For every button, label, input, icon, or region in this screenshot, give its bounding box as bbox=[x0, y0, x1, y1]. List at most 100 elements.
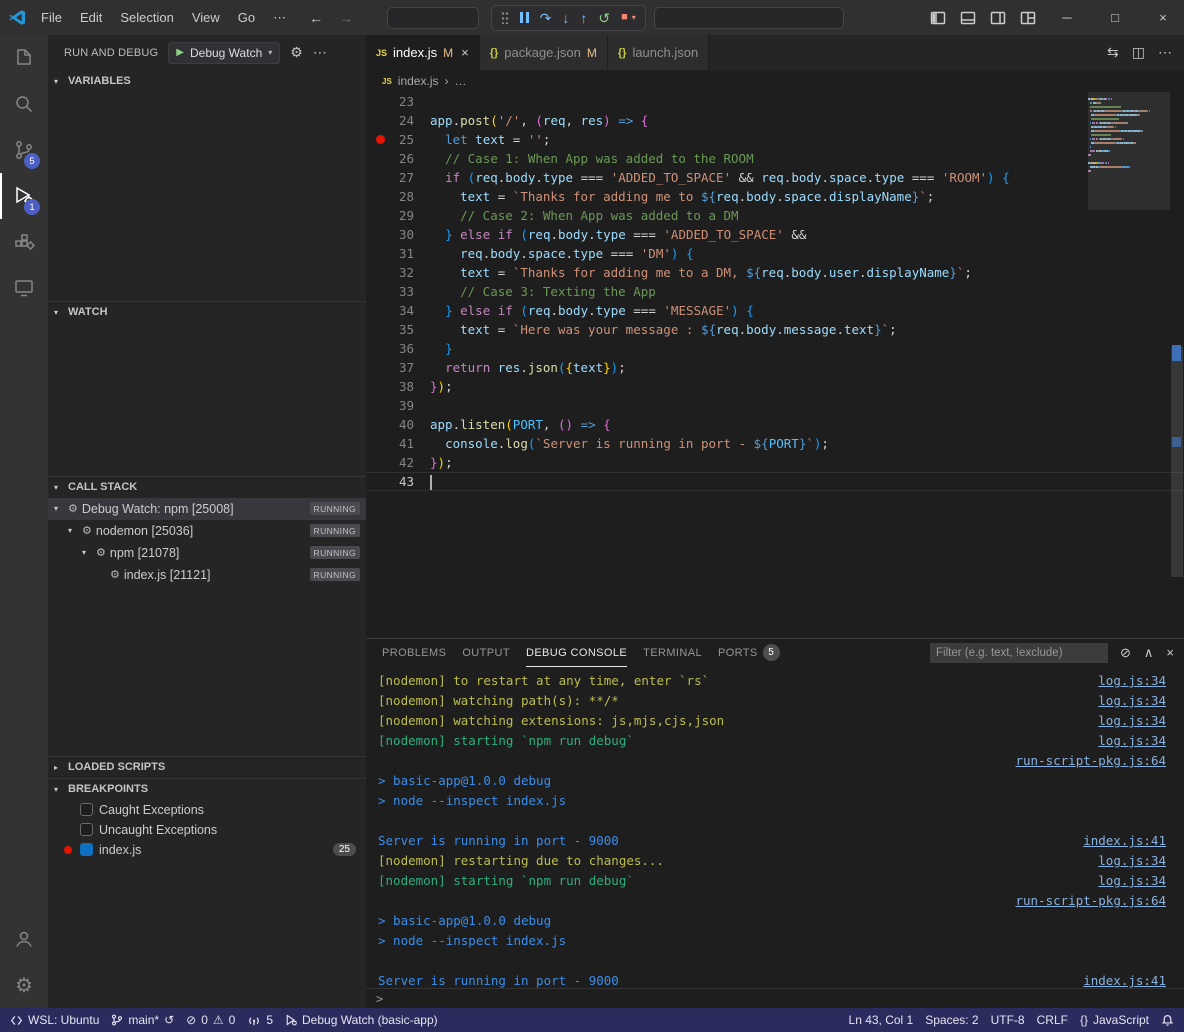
maximize-panel-icon[interactable]: ∧ bbox=[1144, 645, 1154, 661]
code-line-33[interactable]: 33 // Case 3: Texting the App bbox=[366, 282, 1184, 301]
toggle-secondary-sidebar-icon[interactable] bbox=[990, 10, 1006, 26]
code-line-43[interactable]: 43 bbox=[366, 472, 1184, 491]
breakpoint-checkbox[interactable] bbox=[80, 803, 93, 816]
debug-console-output[interactable]: [nodemon] to restart at any time, enter … bbox=[366, 667, 1184, 988]
code-line-25[interactable]: 25 let text = ''; bbox=[366, 130, 1184, 149]
panel-tab-terminal[interactable]: TERMINAL bbox=[643, 639, 702, 667]
section-watch[interactable]: ▾ WATCH bbox=[48, 301, 366, 323]
menu-more-icon[interactable]: ⋯ bbox=[264, 6, 295, 30]
activity-extensions[interactable] bbox=[0, 219, 48, 265]
activity-explorer[interactable] bbox=[0, 35, 48, 81]
nav-forward-icon[interactable]: → bbox=[339, 10, 353, 26]
breakpoint-row[interactable]: Caught Exceptions bbox=[48, 800, 366, 820]
source-link[interactable]: log.js:34 bbox=[1098, 691, 1184, 711]
scrollbar-thumb[interactable] bbox=[1171, 347, 1183, 577]
tab-launch.json[interactable]: {}launch.json bbox=[608, 35, 709, 70]
step-over-button[interactable]: ↷ bbox=[540, 11, 552, 25]
code-line-32[interactable]: 32 text = `Thanks for adding me to a DM,… bbox=[366, 263, 1184, 282]
code-line-38[interactable]: 38}); bbox=[366, 377, 1184, 396]
sync-icon[interactable]: ↺ bbox=[164, 1013, 174, 1027]
code-line-39[interactable]: 39 bbox=[366, 396, 1184, 415]
vertical-scrollbar[interactable] bbox=[1170, 92, 1184, 638]
panel-tab-problems[interactable]: PROBLEMS bbox=[382, 639, 446, 667]
pause-button[interactable] bbox=[520, 12, 529, 23]
code-line-23[interactable]: 23 bbox=[366, 92, 1184, 111]
menu-file[interactable]: File bbox=[32, 6, 71, 30]
code-line-24[interactable]: 24app.post('/', (req, res) => { bbox=[366, 111, 1184, 130]
chevron-down-icon[interactable]: ▾ bbox=[54, 504, 64, 513]
clear-console-icon[interactable]: ⊘ bbox=[1120, 645, 1131, 661]
tab-index.js[interactable]: JSindex.jsM× bbox=[366, 35, 480, 70]
code-line-37[interactable]: 37 return res.json({text}); bbox=[366, 358, 1184, 377]
toggle-panel-icon[interactable] bbox=[960, 10, 976, 26]
code-line-36[interactable]: 36 } bbox=[366, 339, 1184, 358]
step-out-button[interactable]: ↑ bbox=[580, 11, 587, 25]
breakpoint-checkbox[interactable] bbox=[80, 823, 93, 836]
source-link[interactable]: log.js:34 bbox=[1098, 671, 1184, 691]
debug-console-input[interactable]: > bbox=[366, 988, 1184, 1008]
callstack-row[interactable]: ▾⚙nodemon [25036]RUNNING bbox=[48, 520, 366, 542]
code-line-41[interactable]: 41 console.log(`Server is running in por… bbox=[366, 434, 1184, 453]
code-line-34[interactable]: 34 } else if (req.body.type === 'MESSAGE… bbox=[366, 301, 1184, 320]
customize-layout-icon[interactable] bbox=[1020, 10, 1036, 26]
menu-view[interactable]: View bbox=[183, 6, 229, 30]
code-line-42[interactable]: 42}); bbox=[366, 453, 1184, 472]
breadcrumb-symbol[interactable]: … bbox=[454, 74, 466, 88]
toggle-sidebar-icon[interactable] bbox=[930, 10, 946, 26]
menu-go[interactable]: Go bbox=[229, 6, 264, 30]
code-line-26[interactable]: 26 // Case 1: When App was added to the … bbox=[366, 149, 1184, 168]
section-variables[interactable]: ▾ VARIABLES bbox=[48, 70, 366, 92]
section-call-stack[interactable]: ▾ CALL STACK bbox=[48, 476, 366, 498]
cursor-position[interactable]: Ln 43, Col 1 bbox=[843, 1008, 920, 1032]
code-line-31[interactable]: 31 req.body.space.type === 'DM') { bbox=[366, 244, 1184, 263]
close-icon[interactable]: × bbox=[461, 45, 469, 60]
code-line-35[interactable]: 35 text = `Here was your message : ${req… bbox=[366, 320, 1184, 339]
code-line-30[interactable]: 30 } else if (req.body.type === 'ADDED_T… bbox=[366, 225, 1184, 244]
code-line-40[interactable]: 40app.listen(PORT, () => { bbox=[366, 415, 1184, 434]
more-actions-icon[interactable]: ⋯ bbox=[1158, 44, 1172, 61]
code-line-28[interactable]: 28 text = `Thanks for adding me to ${req… bbox=[366, 187, 1184, 206]
menu-edit[interactable]: Edit bbox=[71, 6, 111, 30]
source-link[interactable]: run-script-pkg.js:64 bbox=[1015, 891, 1184, 911]
callstack-row[interactable]: ▾⚙Debug Watch: npm [25008]RUNNING bbox=[48, 498, 366, 520]
close-panel-icon[interactable]: × bbox=[1166, 645, 1174, 661]
launch-config-dropdown[interactable]: ▶ Debug Watch ▾ bbox=[168, 42, 280, 64]
settings-button[interactable]: ⚙ bbox=[0, 962, 48, 1008]
callstack-row[interactable]: ⚙index.js [21121]RUNNING bbox=[48, 564, 366, 586]
minimize-button[interactable]: ─ bbox=[1050, 10, 1084, 25]
ports-indicator[interactable]: 5 bbox=[241, 1008, 279, 1032]
gear-icon[interactable]: ⚙ bbox=[290, 44, 303, 61]
git-branch[interactable]: main* ↺ bbox=[105, 1008, 180, 1032]
breadcrumb-file[interactable]: index.js bbox=[398, 74, 439, 88]
panel-tab-debug-console[interactable]: DEBUG CONSOLE bbox=[526, 639, 627, 667]
callstack-row[interactable]: ▾⚙npm [21078]RUNNING bbox=[48, 542, 366, 564]
chevron-down-icon[interactable]: ▾ bbox=[82, 548, 92, 557]
activity-remote-explorer[interactable] bbox=[0, 265, 48, 311]
tab-package.json[interactable]: {}package.jsonM bbox=[480, 35, 608, 70]
source-link[interactable]: log.js:34 bbox=[1098, 871, 1184, 891]
accounts-button[interactable] bbox=[0, 916, 48, 962]
more-actions-icon[interactable]: ⋯ bbox=[313, 44, 327, 61]
panel-tab-ports[interactable]: PORTS5 bbox=[718, 639, 780, 667]
maximize-button[interactable]: □ bbox=[1098, 10, 1132, 25]
console-filter-input[interactable] bbox=[930, 643, 1108, 663]
panel-tab-output[interactable]: OUTPUT bbox=[462, 639, 510, 667]
debug-status[interactable]: Debug Watch (basic-app) bbox=[279, 1008, 444, 1032]
activity-run-and-debug[interactable]: 1 bbox=[0, 173, 48, 219]
breakpoint-row[interactable]: Uncaught Exceptions bbox=[48, 820, 366, 840]
activity-source-control[interactable]: 5 bbox=[0, 127, 48, 173]
source-link[interactable]: index.js:41 bbox=[1083, 831, 1184, 851]
source-link[interactable]: log.js:34 bbox=[1098, 851, 1184, 871]
language-mode[interactable]: {} JavaScript bbox=[1074, 1008, 1155, 1032]
chevron-down-icon[interactable]: ▾ bbox=[68, 526, 78, 535]
stop-dropdown-icon[interactable]: ▾ bbox=[632, 13, 636, 22]
start-debugging-icon[interactable]: ▶ bbox=[176, 47, 184, 58]
breakpoint-icon[interactable] bbox=[376, 135, 385, 144]
problems-indicator[interactable]: ⊘ 0 ⚠ 0 bbox=[180, 1008, 241, 1032]
drag-grip-icon[interactable] bbox=[501, 11, 509, 24]
menu-selection[interactable]: Selection bbox=[111, 6, 182, 30]
step-into-button[interactable]: ↓ bbox=[562, 11, 569, 25]
restart-button[interactable]: ↺ bbox=[598, 11, 610, 25]
nav-back-icon[interactable]: ← bbox=[309, 10, 323, 26]
code-line-27[interactable]: 27 if (req.body.type === 'ADDED_TO_SPACE… bbox=[366, 168, 1184, 187]
